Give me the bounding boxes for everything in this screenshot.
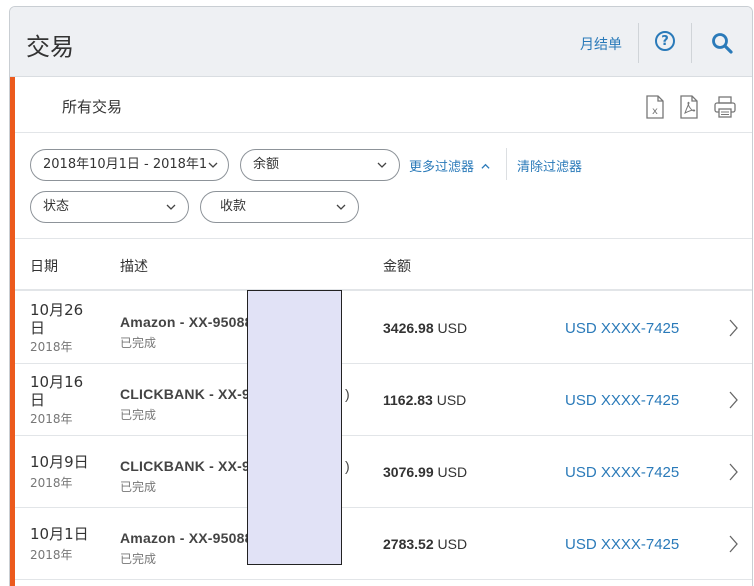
chevron-right-icon[interactable] (727, 318, 739, 338)
chevron-right-icon[interactable] (727, 390, 739, 410)
transaction-description: Amazon - XX-95088 (120, 530, 253, 546)
transaction-description: CLICKBANK - XX-95 (120, 386, 258, 402)
svg-text:x: x (652, 106, 658, 117)
redaction-box (247, 290, 342, 565)
chevron-down-icon (377, 162, 387, 168)
date-range-filter[interactable]: 2018年10月1日 - 2018年1 (30, 149, 229, 181)
transaction-status: 已完成 (120, 408, 157, 422)
transaction-year: 2018年 (30, 548, 73, 562)
transactions-panel: 交易 月结单 ? 所有交易 x 2018年10月1日 - 2018年1 余额 更… (9, 6, 753, 586)
transaction-status: 已完成 (120, 552, 157, 566)
header-divider (691, 23, 692, 63)
transaction-description: Amazon - XX-95088 (120, 314, 253, 330)
page-header: 交易 月结单 ? (10, 7, 752, 77)
transaction-amount: 1162.83 USD (383, 392, 467, 408)
account-link[interactable]: USD XXXX-7425 (565, 536, 679, 553)
column-amount: 金额 (383, 259, 411, 275)
table-row[interactable]: 10月16日 2018年 CLICKBANK - XX-95 ) 已完成 116… (15, 364, 752, 436)
table-header: 日期 描述 金额 (15, 239, 752, 291)
page-title: 交易 (26, 33, 74, 61)
balance-filter-label: 余额 (253, 157, 280, 172)
transaction-description: CLICKBANK - XX-95 (120, 458, 258, 474)
chevron-down-icon (166, 204, 176, 210)
filter-divider (506, 148, 507, 180)
account-link[interactable]: USD XXXX-7425 (565, 464, 679, 481)
balance-filter[interactable]: 余额 (240, 149, 400, 181)
transaction-status: 已完成 (120, 336, 157, 350)
status-filter-label: 状态 (43, 199, 70, 214)
description-suffix: ) (345, 386, 350, 402)
chevron-up-icon (481, 163, 490, 169)
status-filter[interactable]: 状态 (30, 191, 189, 223)
all-transactions-title: 所有交易 (62, 98, 123, 116)
account-link[interactable]: USD XXXX-7425 (565, 320, 679, 337)
column-description: 描述 (120, 259, 148, 275)
chevron-right-icon[interactable] (727, 534, 739, 554)
transaction-date: 10月9日 (30, 453, 89, 471)
table-row[interactable]: 10月9日 2018年 CLICKBANK - XX-95 ) 已完成 3076… (15, 436, 752, 508)
transaction-date: 10月16日 (30, 373, 84, 409)
more-filters-label: 更多过滤器 (409, 160, 475, 175)
date-range-value: 2018年10月1日 - 2018年1 (43, 157, 208, 172)
transaction-status: 已完成 (120, 480, 157, 494)
chevron-right-icon[interactable] (727, 462, 739, 482)
help-icon[interactable]: ? (655, 31, 675, 51)
pdf-export-icon[interactable] (679, 95, 699, 119)
filter-bar: 2018年10月1日 - 2018年1 余额 更多过滤器 清除过滤器 状态 收款 (15, 134, 752, 239)
transaction-amount: 2783.52 USD (383, 536, 468, 552)
chevron-down-icon (336, 204, 346, 210)
clear-filters-link[interactable]: 清除过滤器 (517, 156, 582, 175)
type-filter-label: 收款 (220, 199, 247, 214)
transaction-date: 10月26日 (30, 301, 84, 337)
subheader: 所有交易 x (15, 77, 752, 133)
account-link[interactable]: USD XXXX-7425 (565, 392, 679, 409)
transaction-date: 10月1日 (30, 525, 89, 543)
search-icon[interactable] (710, 31, 734, 55)
more-filters-link[interactable]: 更多过滤器 (409, 156, 490, 175)
table-row[interactable]: 10月26日 2018年 Amazon - XX-95088 已完成 3426.… (15, 292, 752, 364)
transaction-year: 2018年 (30, 340, 73, 354)
chevron-down-icon (208, 162, 218, 168)
column-date: 日期 (30, 259, 58, 275)
table-row[interactable]: 10月1日 2018年 Amazon - XX-95088 已完成 2783.5… (15, 508, 752, 580)
header-divider (638, 23, 639, 63)
monthly-statement-link[interactable]: 月结单 (580, 34, 622, 54)
transaction-amount: 3076.99 USD (383, 464, 468, 480)
transaction-year: 2018年 (30, 476, 73, 490)
description-suffix: ) (345, 458, 350, 474)
type-filter[interactable]: 收款 (200, 191, 359, 223)
excel-export-icon[interactable]: x (645, 95, 665, 119)
print-icon[interactable] (713, 95, 737, 119)
transaction-amount: 3426.98 USD (383, 320, 468, 336)
transaction-year: 2018年 (30, 412, 73, 426)
export-toolbar: x (645, 95, 737, 119)
